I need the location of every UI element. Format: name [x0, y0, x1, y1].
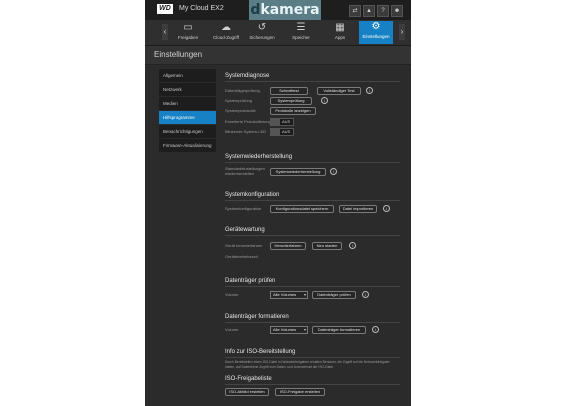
- section-title-config: Systemkonfiguration: [225, 192, 280, 198]
- divider: [225, 286, 400, 287]
- scan-disk-button[interactable]: Datenträger prüfen: [312, 291, 356, 299]
- section-title-scan: Datenträger prüfen: [225, 278, 276, 284]
- section-title-iso-info: Info zur ISO-Bereitstellung: [225, 349, 296, 355]
- restore-defaults-label: Standardeinstellungen wiederherstellen: [225, 166, 265, 176]
- settings-content: Systemdiagnose Datenträgerprüfung Schnel…: [225, 0, 405, 406]
- create-iso-button[interactable]: ISO-Abbild erstellen: [225, 388, 269, 396]
- info-icon[interactable]: i: [362, 291, 369, 298]
- format-volume-select[interactable]: Alle Volumes ▾: [270, 326, 308, 334]
- section-title-restore: Systemwiederherstellung: [225, 154, 293, 160]
- toggle-knob: [271, 119, 280, 125]
- extended-logging-label: Erweiterte Protokollierung: [225, 119, 271, 124]
- section-title-maintenance: Gerätewartung: [225, 227, 265, 233]
- system-logs-label: Systemprotokolle: [225, 108, 256, 113]
- section-title-diagnostics: Systemdiagnose: [225, 73, 270, 79]
- system-restore-button[interactable]: Systemwiederherstellung: [270, 168, 326, 176]
- product-name: My Cloud EX2: [179, 5, 224, 12]
- selected-value: Alle Volumes: [273, 327, 297, 332]
- sidebar-item-firmware[interactable]: Firmware-Aktualisierung: [159, 139, 216, 152]
- chevron-down-icon: ▾: [303, 292, 306, 297]
- full-test-button[interactable]: Vollständiger Test: [317, 87, 361, 95]
- uptime-label: Gerätebetriebszeit: [225, 254, 258, 259]
- blink-led-toggle[interactable]: AUS: [270, 128, 294, 136]
- app-window: WD My Cloud EX2 dkamera ⇄ ▲ ? ☻ ‹ ▭ Frei…: [145, 0, 411, 406]
- extended-logging-toggle[interactable]: AUS: [270, 118, 294, 126]
- divider: [225, 235, 400, 236]
- scan-volume-label: Volume: [225, 292, 239, 297]
- divider: [225, 81, 400, 82]
- shutdown-button[interactable]: Herunterfahren: [270, 242, 306, 250]
- sidebar-item-notifications[interactable]: Benachrichtigungen: [159, 125, 216, 138]
- section-title-iso-shares: ISO-Freigabeliste: [225, 376, 272, 382]
- info-icon[interactable]: i: [383, 205, 390, 212]
- system-check-button[interactable]: Systemprüfung: [270, 97, 312, 105]
- settings-sidebar: Allgemein Netzwerk Medien Hilfsprogramme…: [159, 69, 216, 153]
- format-volume-label: Volume: [225, 327, 239, 332]
- view-logs-button[interactable]: Protokolle anzeigen: [270, 107, 316, 115]
- create-iso-share-button[interactable]: ISO-Freigabe erstellen: [275, 388, 325, 396]
- toggle-state: AUS: [282, 119, 291, 124]
- section-title-format: Datenträger formatieren: [225, 314, 289, 320]
- info-icon[interactable]: i: [330, 168, 337, 175]
- disk-test-label: Datenträgerprüfung: [225, 88, 260, 93]
- info-icon[interactable]: i: [372, 326, 379, 333]
- toggle-knob: [271, 129, 280, 135]
- shares-icon: ▭: [183, 22, 193, 33]
- toggle-state: AUS: [282, 129, 291, 134]
- save-config-button[interactable]: Konfigurationsdatei speichern: [270, 205, 334, 213]
- iso-info-text: Durch Bereitstellen eines ISO-Datei in N…: [225, 360, 390, 369]
- shutdown-label: Gerät herunterfahren: [225, 243, 263, 248]
- system-check-label: Systemprüfung: [225, 98, 252, 103]
- sidebar-item-utilities[interactable]: Hilfsprogramme: [159, 111, 216, 124]
- wd-logo: WD: [157, 4, 173, 14]
- divider: [225, 322, 400, 323]
- config-label: Systemkonfiguration: [225, 206, 262, 211]
- nav-label: Freigaben: [177, 35, 199, 40]
- sidebar-item-network[interactable]: Netzwerk: [159, 83, 216, 96]
- nav-left-arrow-icon[interactable]: ‹: [162, 24, 168, 40]
- format-disk-button[interactable]: Datenträger formatieren: [312, 326, 366, 334]
- selected-value: Alle Volumes: [273, 292, 297, 297]
- scan-volume-select[interactable]: Alle Volumes ▾: [270, 291, 308, 299]
- divider: [225, 200, 400, 201]
- nav-item-freigaben[interactable]: ▭ Freigaben: [171, 22, 205, 44]
- restart-button[interactable]: Neu starten: [312, 242, 342, 250]
- info-icon[interactable]: i: [321, 97, 328, 104]
- sidebar-item-media[interactable]: Medien: [159, 97, 216, 110]
- divider: [225, 162, 400, 163]
- import-file-button[interactable]: Datei importieren: [339, 205, 377, 213]
- chevron-down-icon: ▾: [303, 327, 306, 332]
- divider: [225, 357, 400, 358]
- blink-led-label: Blinkende System-LED: [225, 129, 267, 134]
- sidebar-item-general[interactable]: Allgemein: [159, 69, 216, 82]
- info-icon[interactable]: i: [366, 87, 373, 94]
- info-icon[interactable]: i: [349, 242, 356, 249]
- divider: [225, 384, 400, 385]
- page-title: Einstellungen: [154, 50, 203, 59]
- quick-test-button[interactable]: Schnelltest: [270, 87, 308, 95]
